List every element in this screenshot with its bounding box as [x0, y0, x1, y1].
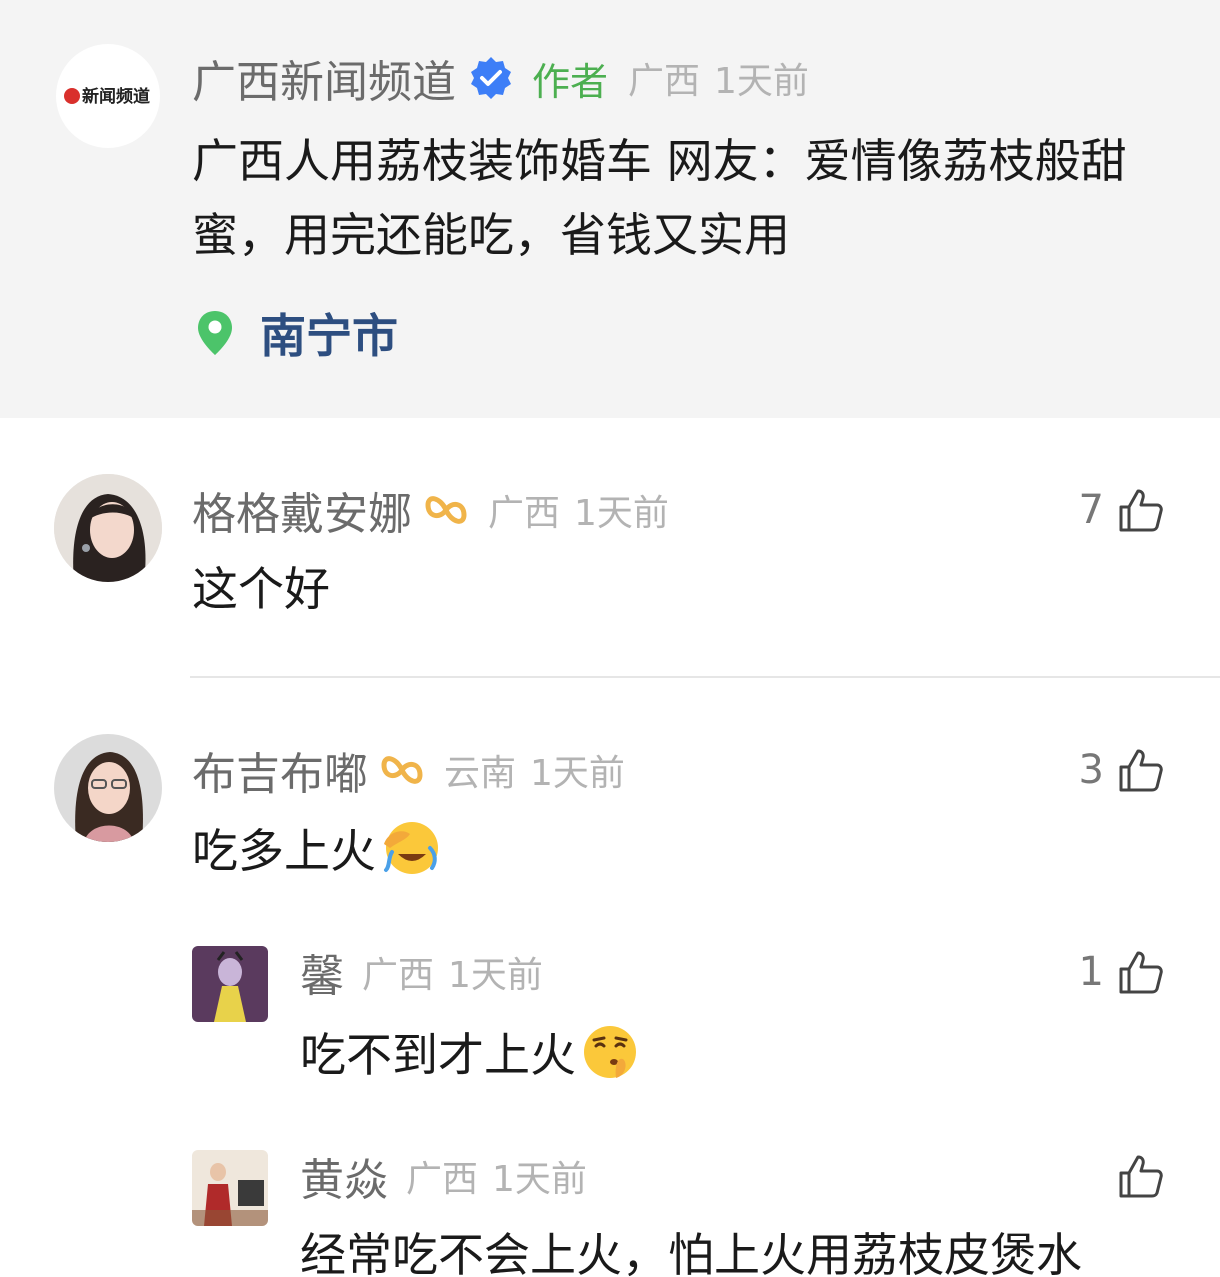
- avatar[interactable]: [54, 474, 162, 582]
- user-avatar-image: [54, 734, 162, 842]
- location-pin-icon: [198, 311, 232, 355]
- reply-text-row: 吃不到才上火: [300, 1020, 640, 1084]
- reply-header: 馨 广西 1天前: [300, 942, 543, 1002]
- thumbs-up-icon: [1119, 1155, 1163, 1198]
- user-avatar-image: [192, 1150, 268, 1226]
- commenter-name[interactable]: 馨: [300, 940, 344, 1004]
- like-button[interactable]: [1104, 1146, 1164, 1206]
- thumbs-up-icon: [1119, 749, 1163, 792]
- like-count: 7: [1078, 487, 1104, 533]
- commenter-name[interactable]: 布吉布嘟: [192, 738, 368, 802]
- comment-time: 1天前: [530, 753, 625, 794]
- comment-text: 吃不到才上火: [300, 1028, 576, 1082]
- reply-header: 黄焱 广西 1天前: [300, 1146, 587, 1206]
- comment-text-row: 吃多上火: [192, 816, 440, 880]
- post-time: 1天前: [714, 61, 809, 102]
- comment-time: 1天前: [448, 955, 543, 996]
- comment-text: 经常吃不会上火，怕上火用荔枝皮煲水: [300, 1228, 1082, 1277]
- author-tag: 作者: [532, 59, 609, 104]
- like-count: 1: [1078, 949, 1104, 995]
- comment-region: 广西: [488, 493, 561, 534]
- author-header: 广西新闻频道 作者 广西 1天前: [192, 46, 809, 110]
- comment-region: 云南: [444, 753, 517, 794]
- post-text: 广西人用荔枝装饰婚车 网友：爱情像荔枝般甜蜜，用完还能吃，省钱又实用: [192, 134, 1127, 262]
- comment-region: 广西: [362, 955, 435, 996]
- comment-time: 1天前: [574, 493, 669, 534]
- author-avatar[interactable]: 新闻频道: [56, 44, 160, 148]
- divider: [190, 676, 1220, 678]
- svg-text:新闻频道: 新闻频道: [82, 86, 150, 107]
- avatar[interactable]: [54, 734, 162, 842]
- location-text: 南宁市: [260, 309, 398, 363]
- fan-badge-icon: [425, 496, 467, 524]
- author-name[interactable]: 广西新闻频道: [192, 46, 456, 110]
- thumbs-up-icon: [1119, 489, 1163, 532]
- news-channel-logo: 新闻频道: [64, 86, 150, 107]
- comment-region: 广西: [406, 1159, 479, 1200]
- like-count: 3: [1078, 747, 1104, 793]
- commenter-name[interactable]: 格格戴安娜: [192, 478, 412, 542]
- like-button[interactable]: 1: [1079, 942, 1164, 1002]
- comment-text: 这个好: [192, 562, 330, 616]
- verified-icon: [471, 57, 511, 99]
- comment-text: 吃多上火: [192, 824, 376, 878]
- like-button[interactable]: 7: [1079, 480, 1164, 540]
- author-post: 新闻频道 广西新闻频道 作者 广西 1天前 广西人用荔枝装饰婚车 网友：爱情像荔…: [0, 0, 1220, 418]
- fan-badge-icon: [381, 756, 423, 784]
- post-location[interactable]: 南宁市: [196, 300, 398, 366]
- user-avatar-image: [54, 474, 162, 582]
- avatar[interactable]: [192, 1150, 268, 1226]
- avatar[interactable]: [192, 946, 268, 1022]
- commenter-name[interactable]: 黄焱: [300, 1144, 388, 1208]
- comment-header: 布吉布嘟 云南 1天前: [192, 740, 625, 800]
- facepalm-crying-emoji-icon: [384, 822, 438, 874]
- post-region: 广西: [628, 61, 701, 102]
- user-avatar-image: [192, 946, 268, 1022]
- thumbs-up-icon: [1119, 951, 1163, 994]
- comment-header: 格格戴安娜 广西 1天前: [192, 480, 669, 540]
- like-button[interactable]: 3: [1079, 740, 1164, 800]
- comment-time: 1天前: [492, 1159, 587, 1200]
- shushing-face-emoji-icon: [584, 1026, 636, 1078]
